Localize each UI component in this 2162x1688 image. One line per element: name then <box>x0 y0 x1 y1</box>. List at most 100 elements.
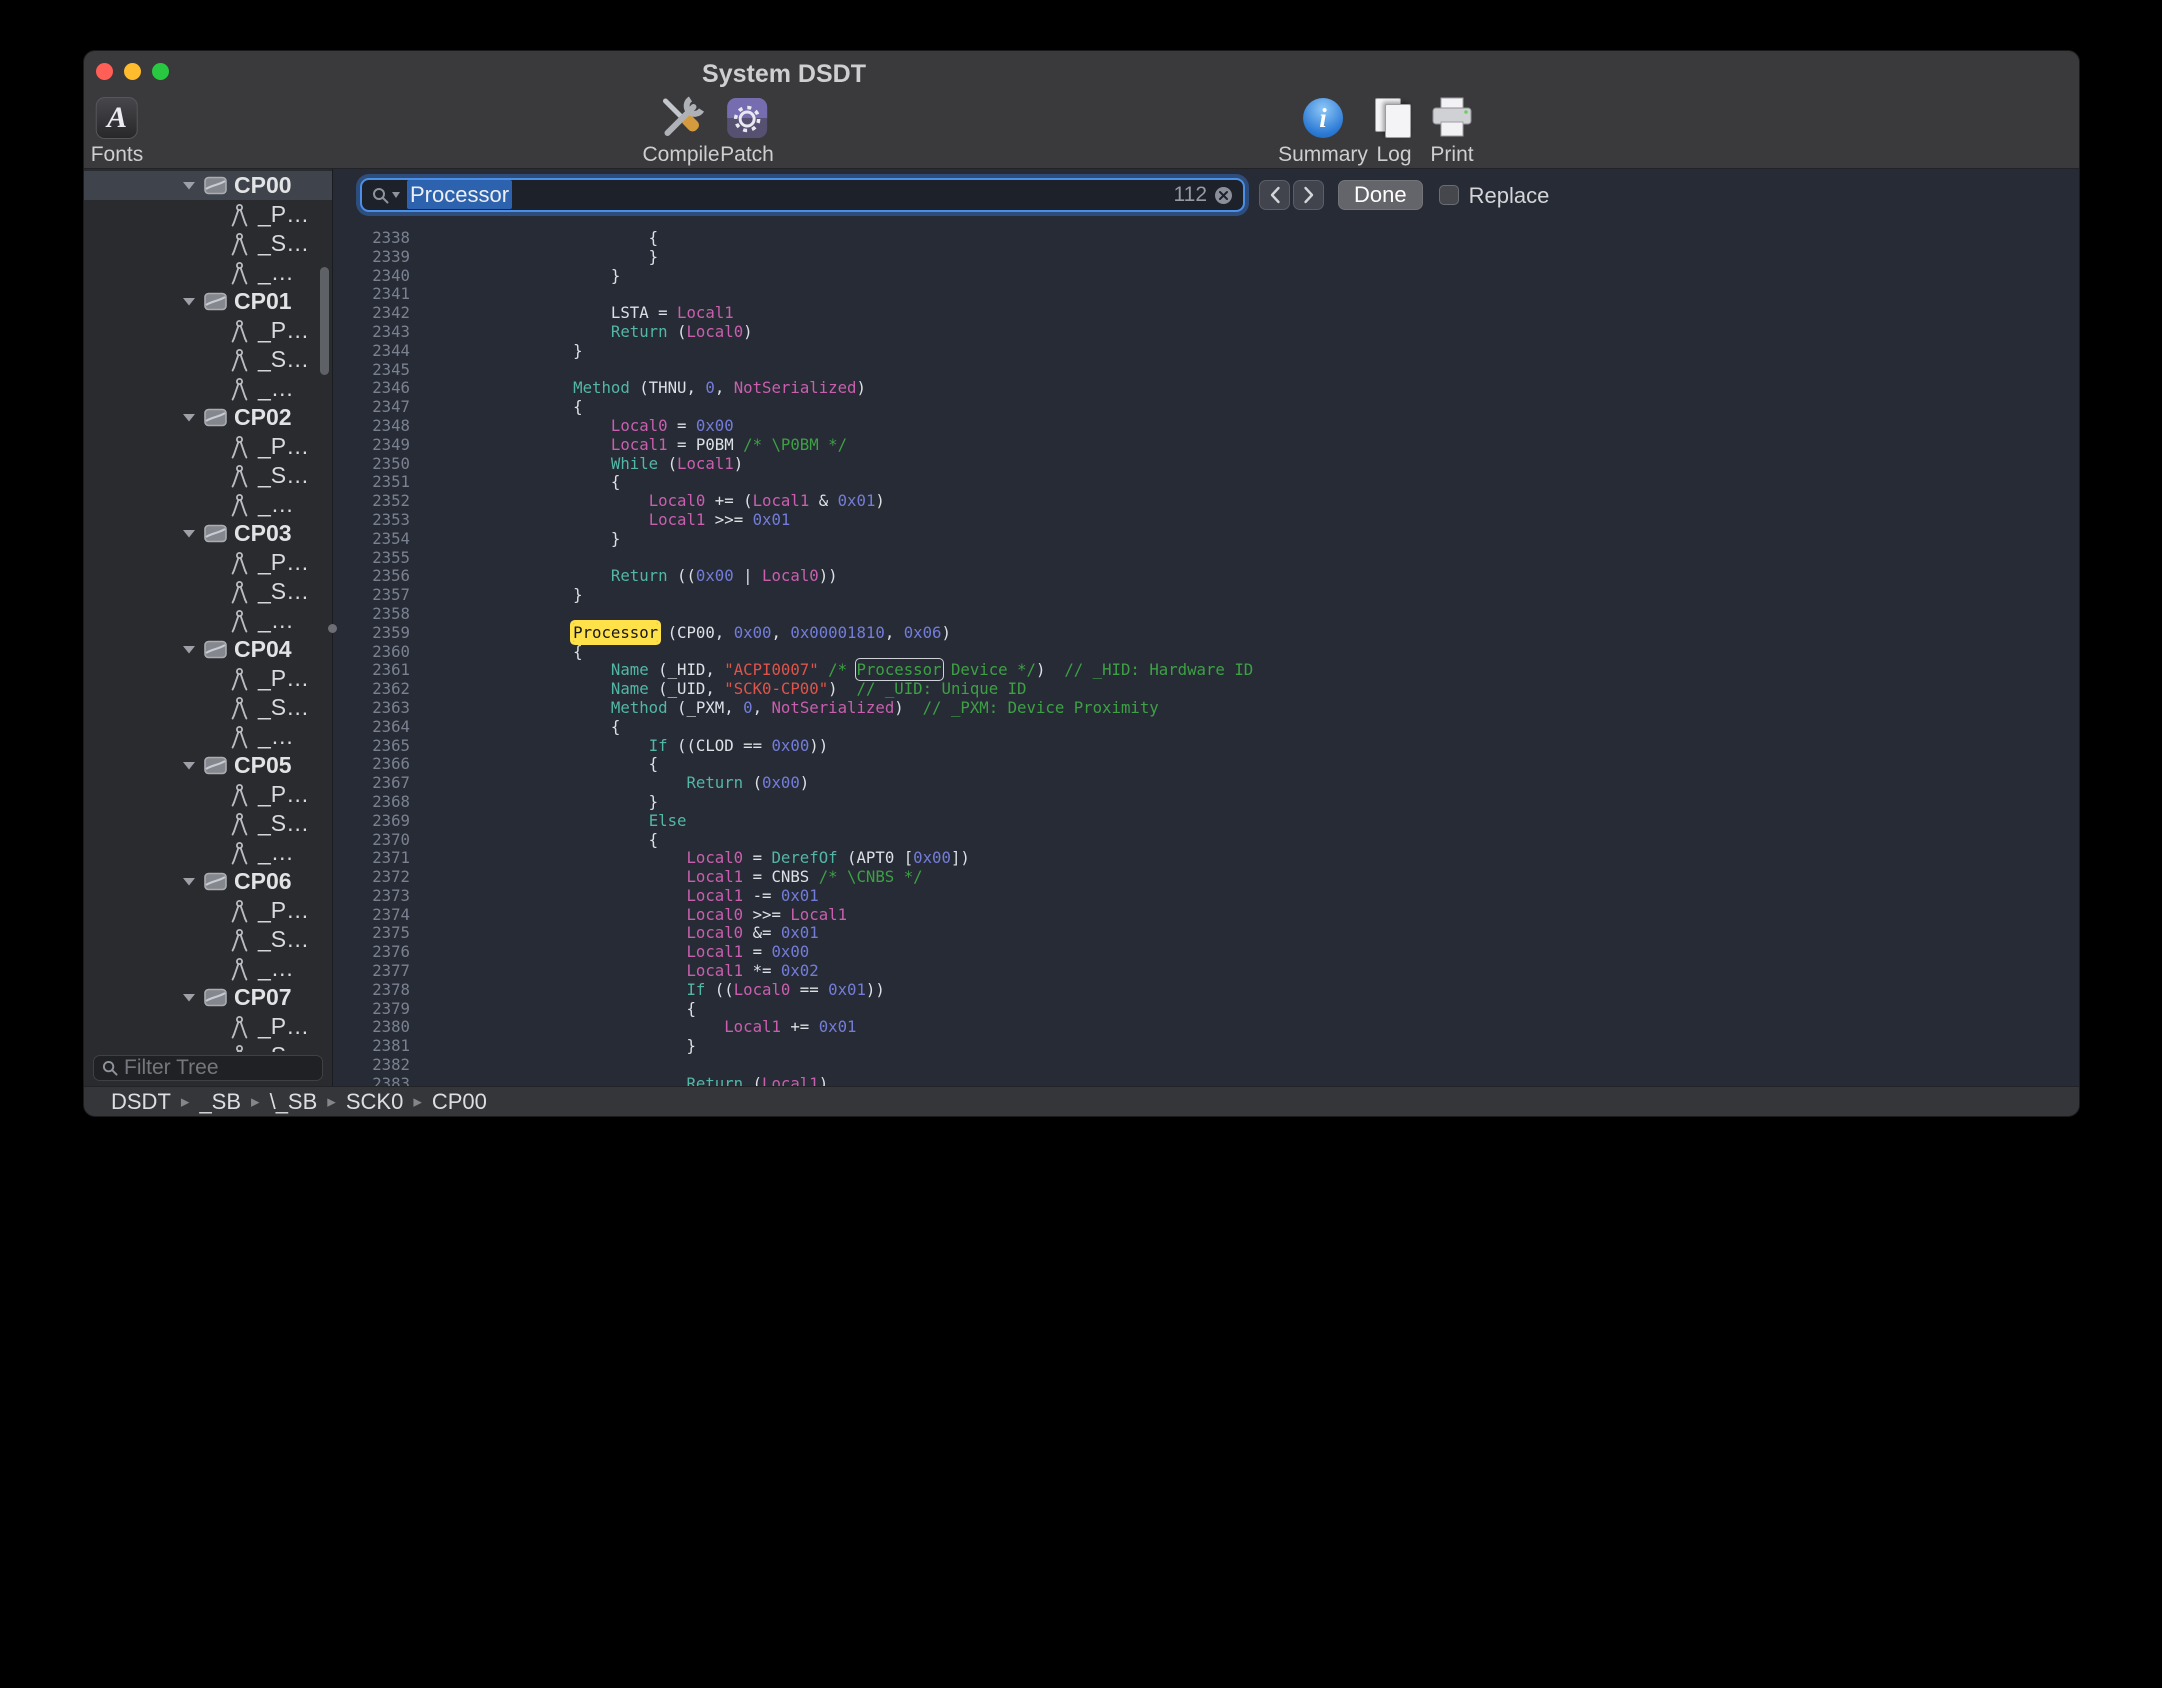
tree-leaf[interactable]: _… <box>84 954 332 983</box>
tree-leaf[interactable]: _P… <box>84 1012 332 1041</box>
tree-leaf[interactable]: _… <box>84 722 332 751</box>
summary-button[interactable]: i Summary <box>1278 95 1368 167</box>
line-number: 2344 <box>333 342 410 361</box>
tree-leaf-label: _… <box>258 491 294 518</box>
tree-leaf-label: _… <box>258 839 294 866</box>
tree-leaf[interactable]: _… <box>84 838 332 867</box>
tree-leaf[interactable]: _P… <box>84 664 332 693</box>
filter-tree-input[interactable] <box>124 1056 314 1080</box>
tree-node-cp02[interactable]: CP02 <box>84 403 332 432</box>
replace-checkbox[interactable] <box>1439 185 1459 205</box>
line-number: 2357 <box>333 586 410 605</box>
breadcrumb-item[interactable]: DSDT <box>111 1089 171 1115</box>
tree-leaf[interactable]: _P… <box>84 432 332 461</box>
tree-leaf[interactable]: _… <box>84 258 332 287</box>
compile-button[interactable]: Compile <box>642 95 719 167</box>
breadcrumb-item[interactable]: CP00 <box>432 1089 487 1115</box>
method-icon <box>230 696 249 720</box>
tree-leaf[interactable]: _P… <box>84 316 332 345</box>
code-line: 2365 If ((CLOD == 0x00)) <box>333 737 2079 756</box>
window-title: System DSDT <box>702 51 866 93</box>
line-number: 2355 <box>333 549 410 568</box>
tree-leaf[interactable]: _S… <box>84 809 332 838</box>
search-menu-icon[interactable] <box>372 187 400 204</box>
minimize-button[interactable] <box>124 63 141 80</box>
code-line: 2369 Else <box>333 812 2079 831</box>
line-number: 2364 <box>333 718 410 737</box>
code-line: 2383 Return (Local1) <box>333 1075 2079 1086</box>
disclosure-triangle-icon[interactable] <box>182 761 197 770</box>
tree-node-cp07[interactable]: CP07 <box>84 983 332 1012</box>
disclosure-triangle-icon[interactable] <box>182 181 197 190</box>
method-icon <box>230 783 249 807</box>
line-number: 2338 <box>333 229 410 248</box>
tree-leaf[interactable]: _S… <box>84 577 332 606</box>
tree-leaf[interactable]: _… <box>84 374 332 403</box>
line-number: 2370 <box>333 831 410 850</box>
tree-leaf[interactable]: _P… <box>84 896 332 925</box>
method-icon <box>230 841 249 865</box>
line-number: 2343 <box>333 323 410 342</box>
breadcrumb-item[interactable]: _SB <box>199 1089 241 1115</box>
patch-button[interactable]: Patch <box>720 95 774 167</box>
tree-leaf[interactable]: _S… <box>84 345 332 374</box>
search-field[interactable]: Processor 112 <box>360 178 1245 212</box>
tree-leaf[interactable]: _… <box>84 490 332 519</box>
method-icon <box>230 551 249 575</box>
disclosure-triangle-icon[interactable] <box>182 645 197 654</box>
breadcrumb-item[interactable]: SCK0 <box>346 1089 403 1115</box>
close-button[interactable] <box>96 63 113 80</box>
zoom-button[interactable] <box>152 63 169 80</box>
tree-leaf[interactable]: _S… <box>84 1041 332 1052</box>
tree-leaf[interactable]: _S… <box>84 461 332 490</box>
filter-tree-field[interactable] <box>93 1055 323 1081</box>
code-line: 2375 Local0 &= 0x01 <box>333 924 2079 943</box>
tree-node-cp05[interactable]: CP05 <box>84 751 332 780</box>
code-line: 2373 Local1 -= 0x01 <box>333 887 2079 906</box>
tree-leaf[interactable]: _… <box>84 606 332 635</box>
method-icon <box>230 928 249 952</box>
tree-node-label: CP01 <box>234 288 292 315</box>
line-number: 2354 <box>333 530 410 549</box>
tree-node-cp01[interactable]: CP01 <box>84 287 332 316</box>
disclosure-triangle-icon[interactable] <box>182 529 197 538</box>
line-number: 2339 <box>333 248 410 267</box>
tree-leaf[interactable]: _S… <box>84 693 332 722</box>
disclosure-triangle-icon[interactable] <box>182 413 197 422</box>
tree-node-cp00[interactable]: CP00 <box>84 171 332 200</box>
print-button[interactable]: Print <box>1429 95 1475 167</box>
tree-node-cp04[interactable]: CP04 <box>84 635 332 664</box>
tree-leaf-label: _S… <box>258 810 309 837</box>
fonts-button[interactable]: A Fonts <box>91 95 144 167</box>
code-line: 2377 Local1 *= 0x02 <box>333 962 2079 981</box>
tree-node-cp06[interactable]: CP06 <box>84 867 332 896</box>
clear-search-icon[interactable] <box>1214 186 1233 205</box>
log-button[interactable]: Log <box>1373 95 1415 167</box>
code-editor[interactable]: 2338 {2339 }2340 }23412342 LSTA = Local1… <box>333 221 2079 1086</box>
sidebar-scrollbar[interactable] <box>320 267 329 375</box>
tree-node-cp03[interactable]: CP03 <box>84 519 332 548</box>
next-match-button[interactable] <box>1293 180 1324 210</box>
scope-icon <box>204 988 227 1007</box>
dsdt-tree[interactable]: CP00_P…_S…_…CP01_P…_S…_…CP02_P…_S…_…CP03… <box>84 169 332 1052</box>
line-number: 2351 <box>333 473 410 492</box>
tree-leaf[interactable]: _S… <box>84 925 332 954</box>
previous-match-button[interactable] <box>1259 180 1290 210</box>
breadcrumb-item[interactable]: \_SB <box>270 1089 318 1115</box>
line-number: 2345 <box>333 361 410 380</box>
tree-leaf[interactable]: _P… <box>84 200 332 229</box>
code-line: 2370 { <box>333 831 2079 850</box>
tree-leaf[interactable]: _P… <box>84 780 332 809</box>
code-line: 2362 Name (_UID, "SCK0-CP00") // _UID: U… <box>333 680 2079 699</box>
tree-leaf[interactable]: _P… <box>84 548 332 577</box>
disclosure-triangle-icon[interactable] <box>182 993 197 1002</box>
done-button[interactable]: Done <box>1338 180 1423 210</box>
disclosure-triangle-icon[interactable] <box>182 877 197 886</box>
splitter-handle[interactable] <box>328 624 337 633</box>
disclosure-triangle-icon[interactable] <box>182 297 197 306</box>
tree-leaf[interactable]: _S… <box>84 229 332 258</box>
line-number: 2340 <box>333 267 410 286</box>
pane-splitter[interactable] <box>332 169 333 1086</box>
scope-icon <box>204 292 227 311</box>
method-icon <box>230 203 249 227</box>
